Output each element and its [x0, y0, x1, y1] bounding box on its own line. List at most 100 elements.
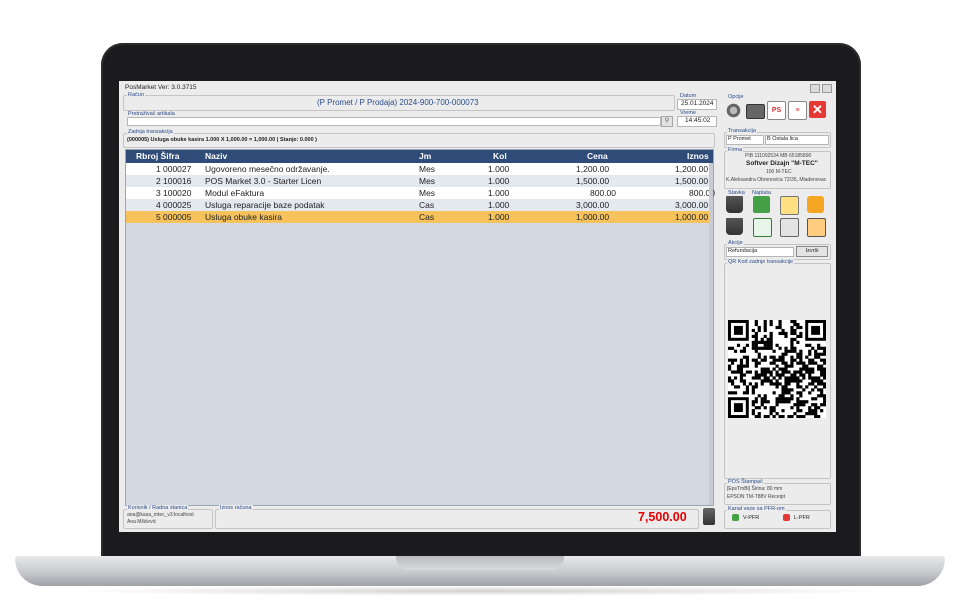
voucher-icon[interactable]	[780, 218, 799, 237]
cell-kol: 1.000	[488, 164, 510, 174]
firma-label: Firma	[727, 147, 744, 153]
col-iznos[interactable]: Iznos	[687, 151, 709, 161]
card-payment-icon[interactable]	[807, 196, 824, 213]
iznos-label: Iznos računa	[219, 505, 253, 511]
cell-cena: 1,000.00	[576, 212, 610, 222]
other-payment-icon[interactable]	[807, 218, 826, 237]
cell-cena: 800.00	[590, 188, 616, 198]
search-icon[interactable]: ⚲	[661, 116, 673, 127]
opcije-label: Opcije	[727, 94, 745, 100]
table-row[interactable]: 4 000025 Usluga reparacije baze podatak …	[126, 199, 713, 211]
laptop-notch	[396, 556, 564, 570]
last-tx-value: (000005) Usluga obuke kasira 1.000 X 1,0…	[127, 137, 318, 143]
pos-printer-label: POS Štampač	[727, 479, 764, 485]
settings-icon[interactable]	[725, 102, 742, 119]
cell-jm: Cas	[419, 200, 435, 210]
cell-rb: 4	[156, 200, 161, 210]
report-icon[interactable]: ≡	[788, 101, 807, 120]
pos-printer-line2: EPSON TM-T88V Receipt	[727, 494, 785, 500]
pos-print-icon[interactable]: PS	[767, 101, 786, 120]
korisnik-label: Korisnik / Radna stanica	[127, 505, 189, 511]
col-cena[interactable]: Cena	[587, 151, 608, 161]
iznos-group	[215, 509, 699, 529]
lpfr-status-icon	[783, 514, 790, 521]
cell-sifra: 000005	[163, 212, 192, 222]
izvrsi-button[interactable]: Izvrši	[796, 246, 828, 257]
col-rbroj-sifra[interactable]: Rbroj Šifra	[136, 151, 179, 161]
invoice-icon[interactable]	[753, 218, 772, 237]
cell-kol: 1.000	[488, 176, 510, 186]
table-header: Rbroj Šifra Naziv Jm Kol Cena Iznos	[126, 150, 713, 163]
cell-rb: 5	[156, 212, 161, 222]
cell-sifra: 000025	[163, 200, 192, 210]
transakcija-label: Transakcija	[727, 128, 757, 134]
qr-label: QR Kod zadnje transakcije	[727, 259, 795, 265]
keyboard-icon[interactable]	[746, 104, 765, 119]
calculator-icon[interactable]	[703, 508, 715, 525]
akcije-value: Refundacija	[728, 248, 758, 254]
cell-iznos: 1,200.00	[675, 164, 709, 174]
app-window: PosMarket Ver: 3.0.3715 Račun (P Promet …	[119, 81, 836, 532]
cell-iznos: 1,000.00	[675, 212, 709, 222]
cell-naziv: Usluga reparacije baze podatak	[205, 200, 325, 210]
akcije-label: Akcije	[727, 240, 744, 246]
racun-label: Račun	[127, 92, 145, 98]
cell-rb: 3	[156, 188, 161, 198]
close-icon[interactable]: ✕	[809, 101, 826, 118]
firma-naziv: Softver Dizajn "M-TEC"	[746, 160, 818, 167]
korisnik-line2: Ana Milićević	[127, 519, 157, 525]
kanal-label: Kanal veze sa PFR-om	[727, 506, 786, 512]
laptop-shadow	[60, 586, 900, 596]
window-title: PosMarket Ver: 3.0.3715	[125, 84, 197, 91]
racun-value: (P Promet / P Prodaja) 2024-900-700-0000…	[317, 98, 479, 107]
items-table[interactable]: Rbroj Šifra Naziv Jm Kol Cena Iznos 1 00…	[125, 149, 715, 506]
transakcija-kupac-value: B Ostala lica	[767, 136, 798, 142]
datum-value: 25.01.2024	[681, 100, 714, 107]
cell-cena: 3,000.00	[576, 200, 610, 210]
cell-rb: 1	[156, 164, 161, 174]
vreme-value: 14:45:02	[685, 117, 711, 124]
cell-jm: Cas	[419, 212, 435, 222]
cell-cena: 1,500.00	[576, 176, 610, 186]
cell-jm: Mes	[419, 164, 436, 174]
firma-pib: PIB 111092534 MB 65185890	[745, 153, 812, 159]
cell-iznos: 1,500.00	[675, 176, 709, 186]
lpfr-label[interactable]: L-PFR	[794, 515, 810, 521]
cell-naziv: Usluga obuke kasira	[205, 212, 283, 222]
cash-payment-icon[interactable]	[753, 196, 770, 213]
total-amount: 7,500.00	[638, 510, 687, 524]
col-kol[interactable]: Kol	[493, 151, 507, 161]
cell-kol: 1.000	[488, 200, 510, 210]
table-row-selected[interactable]: 5 000005 Usluga obuke kasira Cas 1.000 1…	[126, 211, 713, 223]
table-row[interactable]: 1 000027 Ugovoreno mesečno održavanje. M…	[126, 163, 713, 175]
transakcija-tip-value: P Promet	[728, 136, 751, 142]
restore-button[interactable]	[822, 84, 832, 93]
pos-printer-line1: [EpsTmBl] Širina: 80 mm	[727, 486, 783, 492]
minimize-button[interactable]	[810, 84, 820, 93]
vpfr-label[interactable]: V-PFR	[743, 515, 759, 521]
table-row[interactable]: 2 100016 POS Market 3.0 - Starter Licen …	[126, 175, 713, 187]
cell-sifra: 100020	[163, 188, 192, 198]
cell-iznos: 3,000.00	[675, 200, 709, 210]
firma-mesto: 100 M-TEC	[766, 169, 792, 175]
search-input[interactable]	[127, 117, 661, 126]
cell-jm: Mes	[419, 176, 436, 186]
kanal-group	[724, 510, 831, 529]
check-payment-icon[interactable]	[780, 196, 799, 215]
cell-sifra: 000027	[163, 164, 192, 174]
cell-kol: 1.000	[488, 188, 510, 198]
table-scrollbar[interactable]	[709, 163, 713, 505]
col-jm[interactable]: Jm	[419, 151, 431, 161]
table-row[interactable]: 3 100020 Modul eFaktura Mes 1.000 800.00…	[126, 187, 715, 199]
cell-rb: 2	[156, 176, 161, 186]
cell-naziv: POS Market 3.0 - Starter Licen	[205, 176, 322, 186]
qr-code	[728, 320, 827, 419]
cell-naziv: Modul eFaktura	[205, 188, 265, 198]
delete-all-icon[interactable]	[726, 218, 743, 235]
col-naziv[interactable]: Naziv	[205, 151, 227, 161]
cell-jm: Mes	[419, 188, 436, 198]
cell-sifra: 100016	[163, 176, 192, 186]
delete-item-icon[interactable]	[726, 196, 743, 213]
last-tx-label: Zadnja transakcija	[127, 129, 174, 135]
vpfr-status-icon	[732, 514, 739, 521]
